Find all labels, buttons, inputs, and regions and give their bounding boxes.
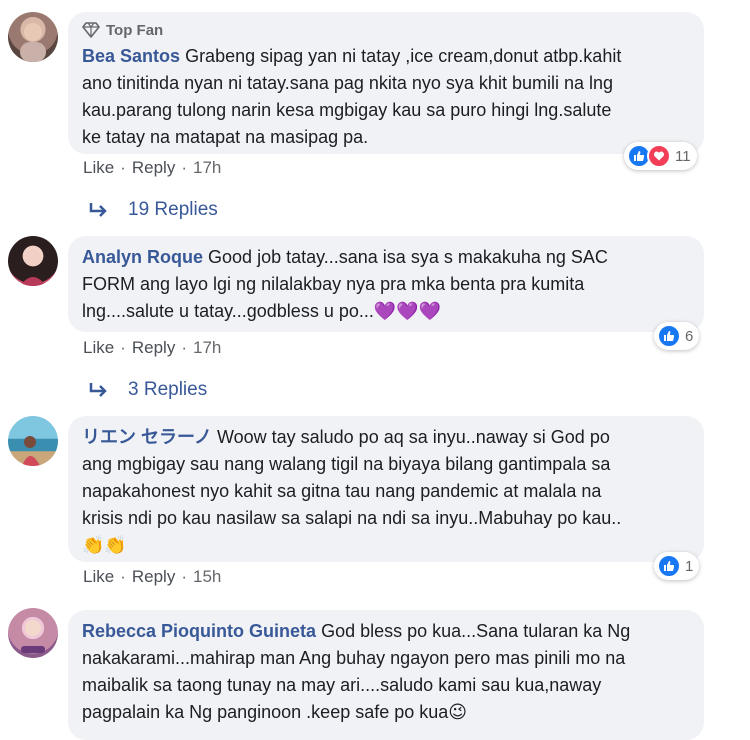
comment-text: Bea Santos Grabeng sipag yan ni tatay ,i…	[82, 43, 690, 151]
comment-line: nakakarami...mahirap man Ang buhay ngayo…	[82, 648, 626, 668]
comment-text: Rebecca Pioquinto Guineta God bless po k…	[82, 618, 690, 726]
comment-line: Grabeng sipag yan ni tatay ,ice cream,do…	[185, 46, 622, 66]
top-fan-badge: Top Fan	[82, 20, 690, 40]
emoji-purple-hearts: 💜💜💜	[373, 301, 442, 321]
reply-button[interactable]: Reply	[132, 567, 175, 587]
diamond-icon	[82, 22, 100, 38]
comment-actions: Like · Reply · 17h	[83, 338, 221, 358]
replies-count-label[interactable]: 19 Replies	[128, 199, 218, 221]
avatar[interactable]	[8, 608, 58, 658]
comment-line: FORM ang layo lgi ng nilalakbay nya pra …	[82, 274, 585, 294]
comment-line: kau.parang tulong narin kesa mgbigay kau…	[82, 100, 612, 120]
comment-line: lng....salute u tatay...godbless u po...	[82, 301, 374, 321]
reaction-count: 11	[675, 147, 691, 165]
comment-timestamp[interactable]: 15h	[193, 567, 221, 587]
reaction-summary[interactable]: 6	[654, 322, 700, 350]
comment-author[interactable]: リエン セラーノ	[82, 427, 212, 447]
reaction-summary[interactable]: 11	[624, 142, 697, 170]
comment-line: Good job tatay...sana isa sya s makakuha…	[208, 247, 608, 267]
avatar-image	[20, 23, 46, 62]
reply-arrow-icon	[89, 383, 107, 397]
comment-author[interactable]: Bea Santos	[82, 46, 180, 66]
avatar[interactable]	[8, 416, 58, 466]
reply-button[interactable]: Reply	[132, 158, 175, 178]
comment-bubble: リエン セラーノ Woow tay saludo po aq sa inyu..…	[68, 416, 704, 562]
comment-timestamp[interactable]: 17h	[193, 338, 221, 358]
reply-arrow-icon	[89, 203, 107, 217]
view-replies-link[interactable]: 19 Replies	[88, 199, 218, 221]
like-reaction-icon	[657, 324, 681, 348]
love-reaction-icon	[647, 144, 671, 168]
replies-count-label[interactable]: 3 Replies	[128, 379, 207, 401]
comment-line: God bless po kua...Sana tularan ka Ng	[321, 621, 631, 641]
comment-author[interactable]: Rebecca Pioquinto Guineta	[82, 621, 316, 641]
reply-button[interactable]: Reply	[132, 338, 175, 358]
comment-actions: Like · Reply · 17h	[83, 158, 221, 178]
comment-line: maibalik sa taong tunay na may ari....sa…	[82, 675, 602, 695]
badge-label: Top Fan	[106, 21, 164, 39]
reaction-count: 1	[685, 557, 694, 575]
view-replies-link[interactable]: 3 Replies	[88, 379, 207, 401]
comment-line: pagpalain ka Ng panginoon .keep safe po …	[82, 702, 449, 722]
emoji-clapping-hands: 👏👏	[82, 535, 127, 555]
like-reaction-icon	[657, 554, 681, 578]
like-button[interactable]: Like	[83, 338, 114, 358]
comment-bubble: Top Fan Bea Santos Grabeng sipag yan ni …	[68, 12, 704, 154]
avatar-image	[21, 620, 45, 653]
comment-author[interactable]: Analyn Roque	[82, 247, 203, 267]
comment-line: ang mgbigay sau nang walang tigil na biy…	[82, 454, 611, 474]
separator-dot: ·	[120, 338, 126, 357]
reaction-summary[interactable]: 1	[654, 552, 700, 580]
comment-line: ke tatay na matapat na masipag pa.	[82, 127, 369, 147]
comment-line: napakahonest nyo kahit sa gitna tau nang…	[82, 481, 602, 501]
separator-dot: ·	[181, 338, 187, 357]
separator-dot: ·	[120, 567, 126, 586]
separator-dot: ·	[181, 158, 187, 177]
avatar[interactable]	[8, 236, 58, 286]
separator-dot: ·	[181, 567, 187, 586]
separator-dot: ·	[120, 158, 126, 177]
reaction-count: 6	[685, 327, 694, 345]
avatar[interactable]	[8, 12, 58, 62]
comment-line: krisis ndi po kau nasilaw sa salapi na n…	[82, 508, 622, 528]
like-button[interactable]: Like	[83, 158, 114, 178]
avatar-image	[22, 436, 40, 466]
comment-bubble: Rebecca Pioquinto Guineta God bless po k…	[68, 610, 704, 740]
comment-text: Analyn Roque Good job tatay...sana isa s…	[82, 244, 690, 325]
comment-timestamp[interactable]: 17h	[193, 158, 221, 178]
comment-line: ano tinitinda nyan ni tatay.sana pag nki…	[82, 73, 613, 93]
comment-line: Woow tay saludo po aq sa inyu..naway si …	[216, 427, 610, 447]
avatar-image	[20, 250, 46, 286]
comment-actions: Like · Reply · 15h	[83, 567, 221, 587]
comment-text: リエン セラーノ Woow tay saludo po aq sa inyu..…	[82, 424, 690, 559]
emoji-winking-face: 😉	[448, 702, 468, 722]
like-button[interactable]: Like	[83, 567, 114, 587]
comment-bubble: Analyn Roque Good job tatay...sana isa s…	[68, 236, 704, 332]
